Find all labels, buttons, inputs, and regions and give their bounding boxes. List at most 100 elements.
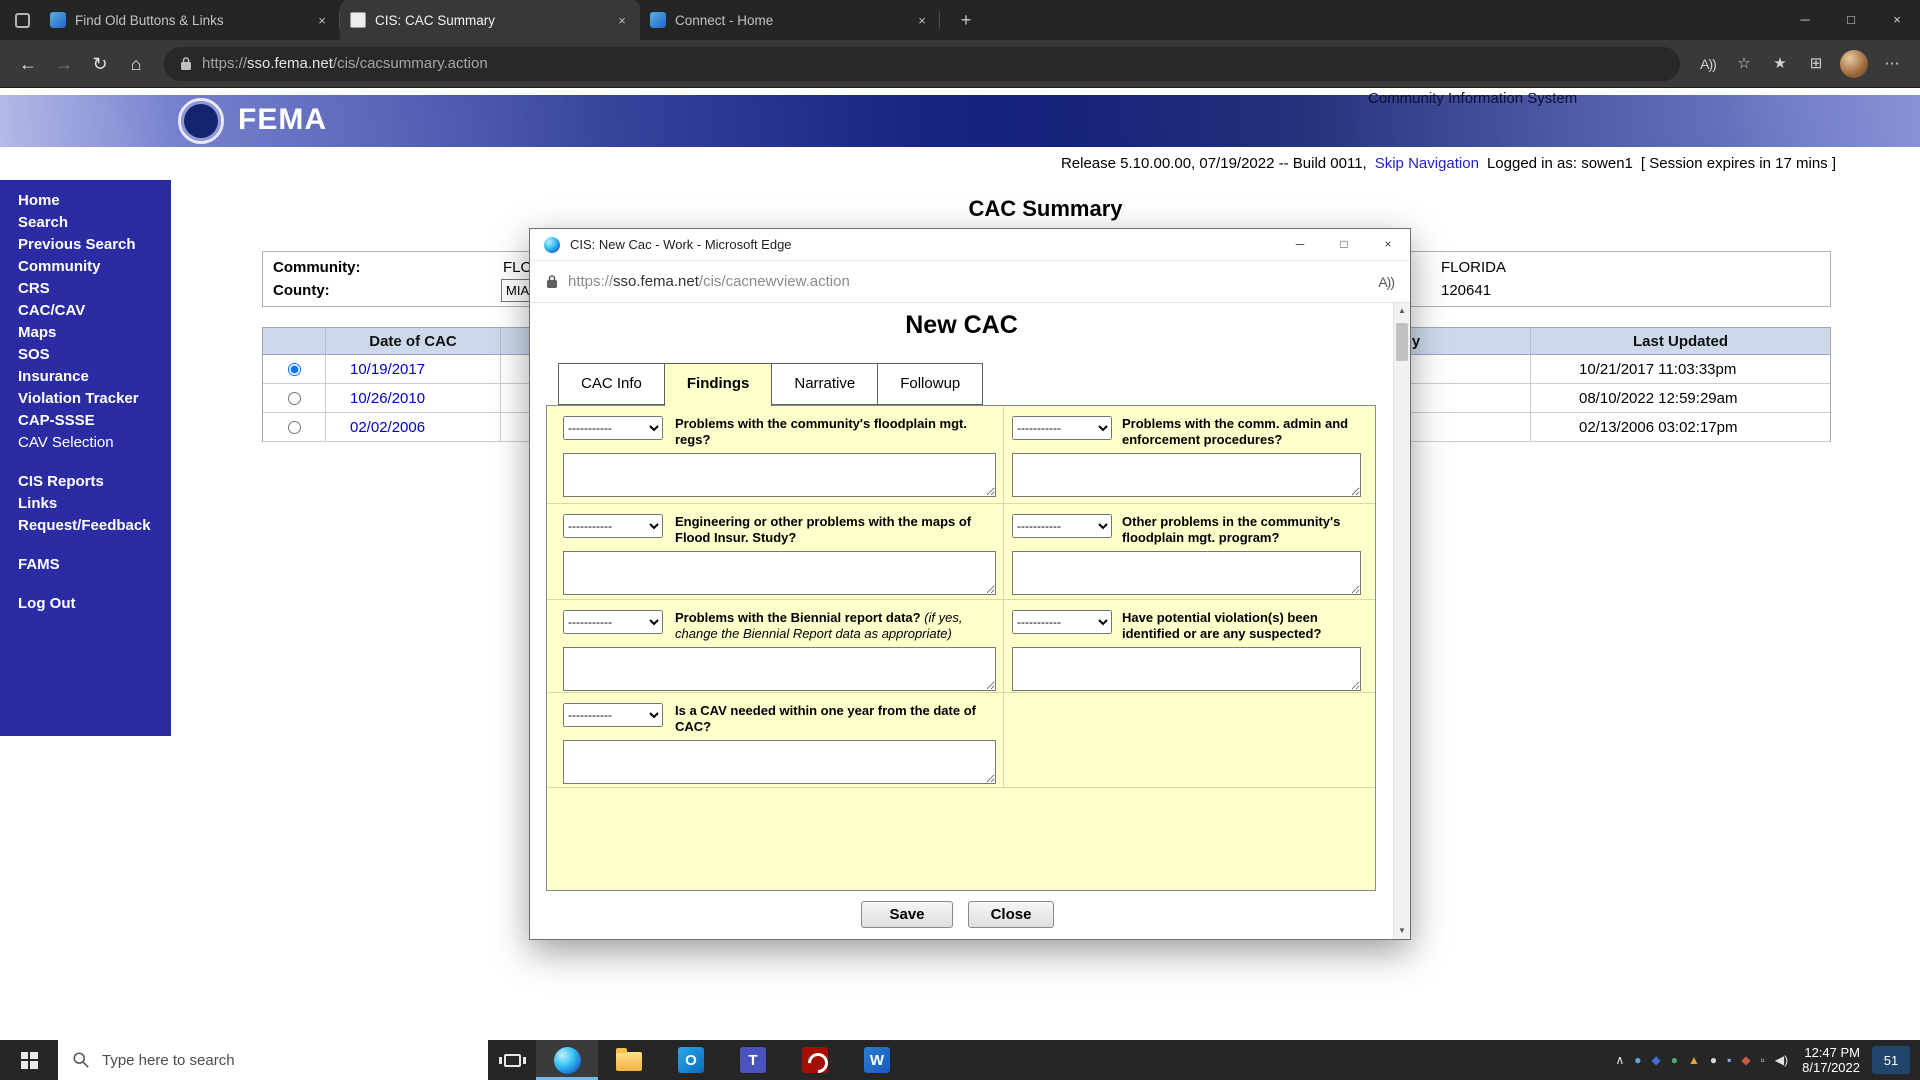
finding-textarea[interactable] xyxy=(563,647,996,691)
popup-address-bar[interactable]: https://sso.fema.net/cis/cacnewview.acti… xyxy=(530,261,1410,303)
cac-date-link[interactable]: 10/26/2010 xyxy=(350,390,425,407)
finding-textarea[interactable] xyxy=(563,551,996,595)
sidebar-item-links[interactable]: Links xyxy=(0,493,171,515)
findings-cell-right-3: -----------Have potential violation(s) b… xyxy=(1004,600,1375,693)
scroll-down-icon[interactable]: ▼ xyxy=(1394,923,1410,939)
popup-tab-narrative[interactable]: Narrative xyxy=(771,363,878,405)
tab-close-icon[interactable]: × xyxy=(914,13,930,28)
word-taskbar-button[interactable]: W xyxy=(846,1040,908,1080)
scroll-up-icon[interactable]: ▲ xyxy=(1394,303,1410,319)
browser-tab-cis-cac-summary[interactable]: CIS: CAC Summary× xyxy=(340,0,640,40)
outlook-taskbar-button[interactable]: O xyxy=(660,1040,722,1080)
popup-url-scheme: https:// xyxy=(568,273,613,290)
close-popup-button[interactable]: Close xyxy=(968,901,1054,928)
finding-textarea[interactable] xyxy=(563,740,996,784)
maximize-button[interactable]: □ xyxy=(1828,0,1874,40)
popup-title-bar[interactable]: CIS: New Cac - Work - Microsoft Edge ─ □… xyxy=(530,229,1410,261)
cac-date-link[interactable]: 02/02/2006 xyxy=(350,419,425,436)
sidebar-item-previous-search[interactable]: Previous Search xyxy=(0,234,171,256)
sidebar-item-request-feedback[interactable]: Request/Feedback xyxy=(0,515,171,537)
tray-icon-7[interactable]: ◆ xyxy=(1741,1040,1750,1080)
sidebar-item-violation-tracker[interactable]: Violation Tracker xyxy=(0,388,171,410)
sidebar-item-crs[interactable]: CRS xyxy=(0,278,171,300)
finding-dropdown[interactable]: ----------- xyxy=(1012,514,1112,538)
address-bar[interactable]: https://sso.fema.net/cis/cacsummary.acti… xyxy=(164,47,1680,81)
sidebar-item-search[interactable]: Search xyxy=(0,212,171,234)
sidebar-item-cap-ssse[interactable]: CAP-SSSE xyxy=(0,410,171,432)
back-button[interactable]: ← xyxy=(10,46,46,82)
fema-wordmark: FEMA xyxy=(238,103,327,137)
forward-button[interactable]: → xyxy=(46,46,82,82)
notification-badge[interactable]: 51 xyxy=(1872,1046,1910,1074)
teams-taskbar-button[interactable]: T xyxy=(722,1040,784,1080)
sidebar-item-home[interactable]: Home xyxy=(0,190,171,212)
sidebar-item-log-out[interactable]: Log Out xyxy=(0,593,171,615)
finding-textarea[interactable] xyxy=(1012,551,1361,595)
popup-scrollbar[interactable]: ▲ ▼ xyxy=(1393,303,1410,939)
popup-maximize-button[interactable]: □ xyxy=(1322,229,1366,260)
sidebar-item-community[interactable]: Community xyxy=(0,256,171,278)
tray-icon-8[interactable]: ▫ xyxy=(1761,1040,1765,1080)
profile-avatar[interactable] xyxy=(1840,50,1868,78)
save-button[interactable]: Save xyxy=(861,901,953,928)
tray-icon-4[interactable]: ▲ xyxy=(1688,1040,1700,1080)
volume-icon[interactable]: ◀) xyxy=(1775,1040,1788,1080)
task-view-button[interactable] xyxy=(488,1040,536,1080)
tray-icon-2[interactable]: ◆ xyxy=(1652,1040,1661,1080)
cac-date-link[interactable]: 10/19/2017 xyxy=(350,361,425,378)
collections-button[interactable]: ⊞ xyxy=(1798,46,1834,82)
browser-tab-connect-home[interactable]: Connect - Home× xyxy=(640,0,940,40)
tray-icon-5[interactable]: ● xyxy=(1710,1040,1717,1080)
taskbar-search-input[interactable]: Type here to search xyxy=(58,1040,488,1080)
sidebar-item-fams[interactable]: FAMS xyxy=(0,554,171,576)
popup-minimize-button[interactable]: ─ xyxy=(1278,229,1322,260)
close-button[interactable]: × xyxy=(1874,0,1920,40)
cac-row-radio[interactable] xyxy=(288,363,301,376)
sidebar-item-sos[interactable]: SOS xyxy=(0,344,171,366)
popup-tab-followup[interactable]: Followup xyxy=(877,363,983,405)
finding-dropdown[interactable]: ----------- xyxy=(563,514,663,538)
read-aloud-icon[interactable]: A)) xyxy=(1378,274,1394,290)
browser-window-icon[interactable] xyxy=(15,13,30,28)
sidebar-item-cav-selection[interactable]: CAV Selection xyxy=(0,432,171,454)
tray-icon-6[interactable]: ▪ xyxy=(1727,1040,1731,1080)
new-tab-button[interactable]: + xyxy=(952,8,980,32)
finding-textarea[interactable] xyxy=(563,453,996,497)
finding-dropdown[interactable]: ----------- xyxy=(563,703,663,727)
add-favorite-button[interactable]: ☆ xyxy=(1726,46,1762,82)
popup-tab-findings[interactable]: Findings xyxy=(664,363,773,406)
refresh-button[interactable]: ↻ xyxy=(82,46,118,82)
favorites-button[interactable]: ★ xyxy=(1762,46,1798,82)
popup-tab-cac-info[interactable]: CAC Info xyxy=(558,363,665,405)
tab-close-icon[interactable]: × xyxy=(314,13,330,28)
tab-close-icon[interactable]: × xyxy=(614,13,630,28)
settings-menu-button[interactable]: ⋯ xyxy=(1874,46,1910,82)
popup-close-button[interactable]: × xyxy=(1366,229,1410,260)
sidebar-item-insurance[interactable]: Insurance xyxy=(0,366,171,388)
tray-icon-3[interactable]: ● xyxy=(1671,1040,1678,1080)
sidebar-item-cis-reports[interactable]: CIS Reports xyxy=(0,471,171,493)
acrobat-taskbar-button[interactable] xyxy=(784,1040,846,1080)
finding-dropdown[interactable]: ----------- xyxy=(563,610,663,634)
scrollbar-thumb[interactable] xyxy=(1396,323,1408,361)
file-explorer-taskbar-button[interactable] xyxy=(598,1040,660,1080)
finding-dropdown[interactable]: ----------- xyxy=(563,416,663,440)
home-button[interactable]: ⌂ xyxy=(118,46,154,82)
skip-navigation-link[interactable]: Skip Navigation xyxy=(1375,155,1479,172)
finding-dropdown[interactable]: ----------- xyxy=(1012,610,1112,634)
browser-tab-find-old-buttons-links[interactable]: Find Old Buttons & Links× xyxy=(40,0,340,40)
minimize-button[interactable]: ─ xyxy=(1782,0,1828,40)
cac-row-radio[interactable] xyxy=(288,421,301,434)
hidden-icons-chevron[interactable]: ∧ xyxy=(1615,1040,1624,1080)
finding-textarea[interactable] xyxy=(1012,647,1361,691)
cac-row-radio[interactable] xyxy=(288,392,301,405)
finding-textarea[interactable] xyxy=(1012,453,1361,497)
taskbar-clock[interactable]: 12:47 PM 8/17/2022 xyxy=(1802,1045,1860,1075)
sidebar-item-maps[interactable]: Maps xyxy=(0,322,171,344)
tray-icon-1[interactable]: ● xyxy=(1634,1040,1641,1080)
finding-dropdown[interactable]: ----------- xyxy=(1012,416,1112,440)
start-button[interactable] xyxy=(0,1040,58,1080)
sidebar-item-cac-cav[interactable]: CAC/CAV xyxy=(0,300,171,322)
read-aloud-button[interactable]: A)) xyxy=(1690,46,1726,82)
edge-taskbar-button[interactable] xyxy=(536,1040,598,1080)
